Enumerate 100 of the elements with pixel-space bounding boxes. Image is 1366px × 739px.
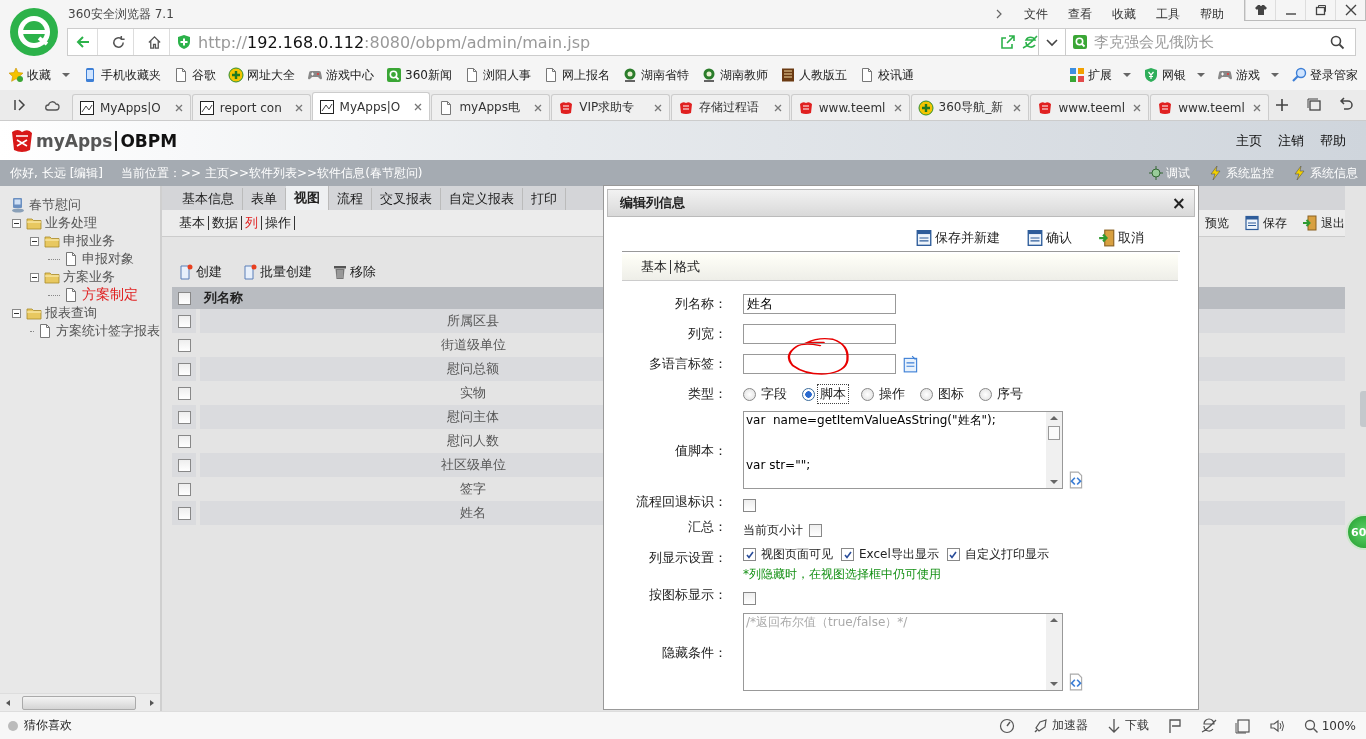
browser-tab[interactable]: VIP求助专 <box>551 94 670 120</box>
status-button[interactable]: 加速器 <box>1032 717 1088 734</box>
tree-item[interactable]: 方案业务 <box>63 268 115 286</box>
close-icon[interactable] <box>533 102 544 113</box>
checkbox[interactable] <box>177 291 191 305</box>
action-button[interactable]: 创建 <box>178 263 222 281</box>
collapse-icon[interactable] <box>12 218 21 228</box>
close-icon[interactable] <box>413 101 424 112</box>
tree-item[interactable]: 报表查询 <box>45 304 97 322</box>
bookmark[interactable]: 谷歌 <box>173 66 216 84</box>
browser-tab[interactable]: myApps电 <box>431 94 551 120</box>
arrow-down-icon[interactable] <box>1050 479 1058 485</box>
dialog-button[interactable]: 取消 <box>1098 229 1144 247</box>
status-text[interactable]: 猜你喜欢 <box>24 717 72 734</box>
radio-label[interactable]: 字段 <box>758 384 790 404</box>
tree-item[interactable]: 方案制定 <box>82 286 138 304</box>
collapse-icon[interactable] <box>12 308 21 318</box>
checkbox-label[interactable]: 自定义打印显示 <box>964 546 1049 563</box>
checkbox[interactable] <box>177 506 191 520</box>
close-button[interactable]: × <box>1171 193 1186 213</box>
action-button[interactable]: 批量创建 <box>242 263 312 281</box>
collapse-icon[interactable] <box>30 272 39 282</box>
checkbox[interactable] <box>743 592 756 605</box>
toolbar-button[interactable]: 预览 <box>1205 214 1229 232</box>
flag-icon[interactable] <box>1166 717 1183 734</box>
window-icon[interactable] <box>1234 717 1251 734</box>
content-tab[interactable]: 视图 <box>286 186 329 210</box>
radio-button[interactable] <box>802 387 815 401</box>
checkbox[interactable] <box>177 482 191 496</box>
checkbox-label[interactable]: 视图页面可见 <box>761 546 833 563</box>
toolbar-button[interactable]: 退出 <box>1302 214 1345 232</box>
tree-item[interactable]: 申报业务 <box>63 232 115 250</box>
checkbox[interactable] <box>177 386 191 400</box>
caret-icon[interactable] <box>1197 71 1205 79</box>
radio-label[interactable]: 操作 <box>876 384 908 404</box>
action-button[interactable]: 移除 <box>332 263 376 281</box>
bookmark[interactable]: 收藏 <box>8 66 70 84</box>
caret-icon[interactable] <box>62 71 70 79</box>
tree-item[interactable]: 春节慰问 <box>29 196 81 214</box>
bookmark[interactable]: 手机收藏夹 <box>82 66 161 84</box>
checkbox[interactable] <box>177 338 191 352</box>
collapse-icon[interactable] <box>30 236 39 246</box>
column-header[interactable]: 列名称 <box>200 287 243 309</box>
sub-tab[interactable]: 数据 <box>209 216 242 230</box>
caret-icon[interactable] <box>1271 71 1279 79</box>
tree-item[interactable]: 申报对象 <box>82 250 134 268</box>
edit-icon[interactable] <box>902 355 920 373</box>
checkbox[interactable] <box>177 458 191 472</box>
toolbar-button[interactable]: 登录管家 <box>1291 66 1358 84</box>
dialog-tab[interactable]: 格式 <box>671 260 703 274</box>
close-icon[interactable] <box>293 102 304 113</box>
vertical-scrollbar[interactable] <box>1046 614 1062 690</box>
bookmark[interactable]: 湖南教师 <box>700 66 768 84</box>
checkbox[interactable] <box>177 410 191 424</box>
horizontal-scrollbar[interactable] <box>0 693 160 711</box>
input-field[interactable]: 姓名 <box>743 294 896 314</box>
close-icon[interactable] <box>772 102 783 113</box>
checkbox[interactable] <box>177 314 191 328</box>
close-icon[interactable] <box>173 102 184 113</box>
browser-e-icon[interactable] <box>1200 717 1217 734</box>
bookmark[interactable]: 游戏中心 <box>307 66 374 84</box>
checkbox[interactable] <box>743 499 756 512</box>
radio-label[interactable]: 序号 <box>994 384 1026 404</box>
browser-tab[interactable]: 存储过程语 <box>671 94 790 120</box>
close-icon[interactable] <box>653 102 663 113</box>
sidebar-toggle-icon[interactable] <box>12 97 28 113</box>
checkbox[interactable] <box>743 548 756 561</box>
checkbox[interactable] <box>177 362 191 376</box>
dialog-button[interactable]: 保存并新建 <box>915 229 1000 247</box>
radio-button[interactable] <box>920 387 933 401</box>
menu-item[interactable]: 查看 <box>1068 5 1092 23</box>
toolbar-button[interactable]: 网银 <box>1143 66 1205 84</box>
radio-label[interactable]: 脚本 <box>817 384 849 404</box>
code-icon[interactable] <box>1067 471 1085 489</box>
arrow-up-icon[interactable] <box>1050 617 1058 623</box>
input-field[interactable] <box>743 324 896 344</box>
tab-list-icon[interactable] <box>1305 97 1322 113</box>
radio-button[interactable] <box>979 387 992 401</box>
radio-button[interactable] <box>861 387 874 401</box>
status-button[interactable]: 100% <box>1302 717 1356 734</box>
speedometer-icon[interactable] <box>998 717 1015 734</box>
arrow-right-icon[interactable] <box>148 698 156 707</box>
chevron-icon[interactable] <box>994 9 1004 19</box>
close-icon[interactable] <box>892 102 903 113</box>
bookmark[interactable]: 浏阳人事 <box>463 66 531 84</box>
nav-link[interactable]: 帮助 <box>1320 131 1346 150</box>
bookmark[interactable]: 校讯通 <box>858 66 914 84</box>
browser-tab[interactable]: 360导航_新 <box>910 94 1030 120</box>
status-button[interactable]: 下载 <box>1105 717 1149 734</box>
menu-item[interactable]: 收藏 <box>1112 5 1136 23</box>
nav-link[interactable]: 主页 <box>1236 131 1262 150</box>
sub-tab[interactable]: 列 <box>242 216 262 230</box>
bookmark[interactable]: 人教版五 <box>779 66 847 84</box>
checkbox[interactable] <box>177 434 191 448</box>
bookmark[interactable]: 网上报名 <box>542 66 610 84</box>
close-icon[interactable] <box>1012 102 1023 113</box>
arrow-down-icon[interactable] <box>1050 681 1058 687</box>
scroll-thumb[interactable] <box>1048 426 1060 440</box>
toolbar-button[interactable]: 扩展 <box>1069 66 1131 84</box>
bookmark[interactable]: 网址大全 <box>228 66 295 84</box>
